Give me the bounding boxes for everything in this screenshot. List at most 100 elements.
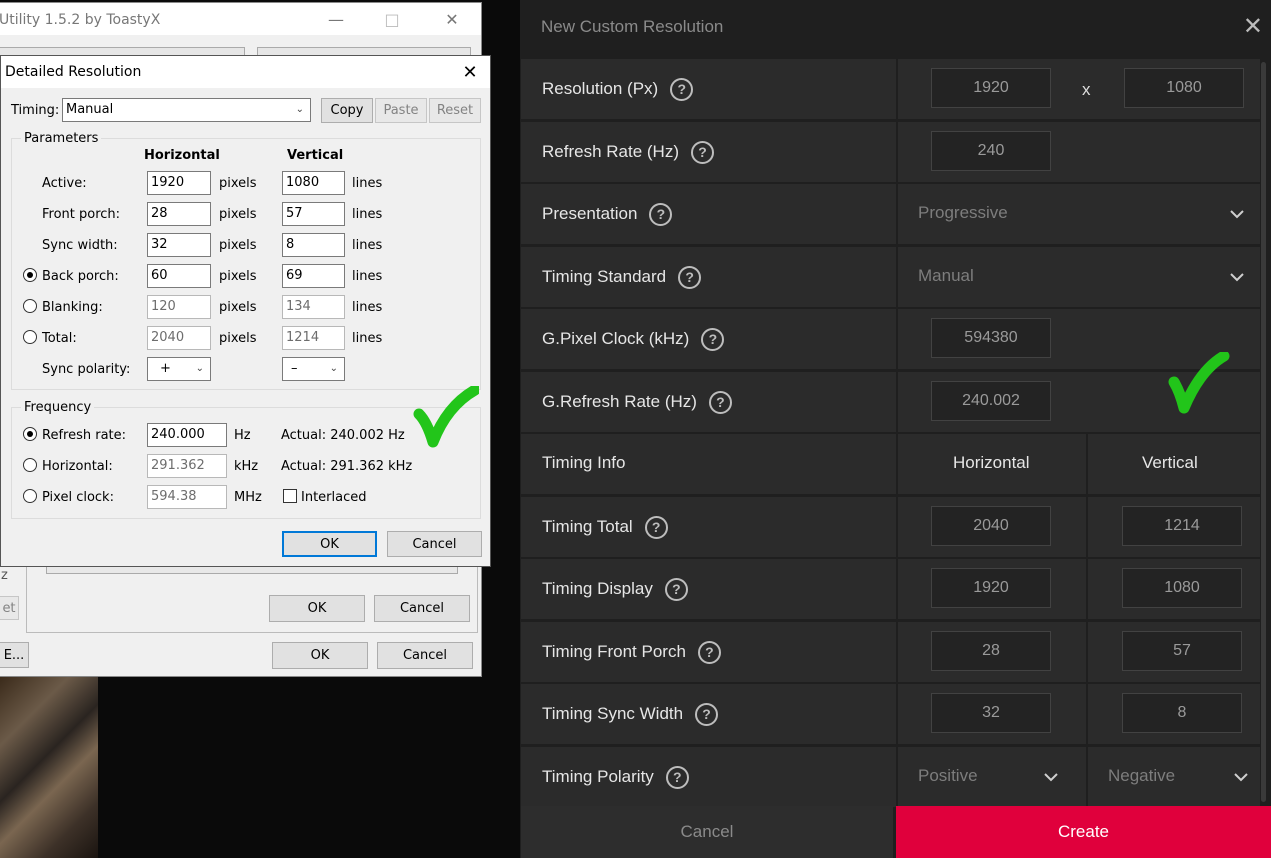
inner-ok-button[interactable]: OK bbox=[269, 595, 365, 622]
sync-v-value: – bbox=[291, 361, 298, 376]
total-h-input[interactable]: 2040 bbox=[147, 326, 211, 350]
resolution-height-input[interactable]: 1080 bbox=[1124, 68, 1244, 108]
timing-display-v-input[interactable]: 1080 bbox=[1122, 568, 1242, 608]
panel-cancel-button[interactable]: Cancel bbox=[521, 806, 893, 858]
row-presentation: Presentation? Progressive bbox=[520, 184, 1271, 244]
dialog-ok-button[interactable]: OK bbox=[282, 531, 377, 557]
pixel-clock-radio[interactable] bbox=[23, 489, 37, 503]
help-icon[interactable]: ? bbox=[670, 78, 694, 101]
dialog-cancel-button[interactable]: Cancel bbox=[387, 531, 482, 557]
create-button[interactable]: Create bbox=[896, 806, 1271, 858]
unit-label: lines bbox=[352, 238, 383, 253]
close-icon[interactable]: ✕ bbox=[429, 3, 475, 35]
help-icon[interactable]: ? bbox=[690, 141, 714, 164]
back-ok-label: OK bbox=[310, 648, 330, 663]
row-label-cell: Resolution (Px)? bbox=[521, 59, 896, 119]
help-icon[interactable]: ? bbox=[664, 578, 688, 601]
help-icon[interactable]: ? bbox=[644, 516, 668, 539]
refresh-rate-input[interactable]: 240.000 bbox=[147, 423, 227, 447]
chevron-down-icon bbox=[1044, 773, 1058, 782]
pixel-clock-input[interactable]: 594380 bbox=[931, 318, 1051, 358]
sync-width-h-input[interactable]: 32 bbox=[147, 233, 211, 257]
timing-total-v-input[interactable]: 1214 bbox=[1122, 506, 1242, 546]
vertical-header: Vertical bbox=[287, 148, 344, 163]
interlaced-label: Interlaced bbox=[301, 490, 367, 505]
row-label-cell: Timing Display? bbox=[521, 559, 896, 619]
front-porch-h-input[interactable]: 28 bbox=[147, 202, 211, 226]
interlaced-checkbox[interactable] bbox=[283, 489, 297, 503]
blanking-h-input[interactable]: 120 bbox=[147, 295, 211, 319]
row-label-cell: G.Pixel Clock (kHz)? bbox=[521, 309, 896, 369]
horizontal-header: Horizontal bbox=[144, 148, 220, 163]
sync-width-v-input[interactable]: 8 bbox=[1122, 693, 1242, 733]
sync-width-v-input[interactable]: 8 bbox=[282, 233, 345, 257]
copy-button[interactable]: Copy bbox=[321, 98, 373, 123]
front-porch-v-input[interactable]: 57 bbox=[1122, 631, 1242, 671]
timing-select[interactable]: Manual ⌄ bbox=[62, 98, 311, 122]
back-porch-h-input[interactable]: 60 bbox=[147, 264, 211, 288]
refresh-rate-input[interactable]: 240 bbox=[931, 131, 1051, 171]
unit-label: pixels bbox=[219, 176, 257, 191]
help-icon[interactable]: ? bbox=[649, 203, 673, 226]
pixel-clock-input[interactable]: 594.38 bbox=[147, 485, 227, 509]
reset-button[interactable]: Reset bbox=[429, 98, 481, 123]
row-timing-sync-width: Timing Sync Width? 32 8 bbox=[520, 684, 1271, 744]
front-porch-v-input[interactable]: 57 bbox=[282, 202, 345, 226]
param-label: Total: bbox=[42, 331, 77, 346]
row-g-refresh-rate: G.Refresh Rate (Hz)? 240.002 bbox=[520, 352, 1271, 432]
new-custom-resolution-panel: New Custom Resolution ✕ Resolution (Px)?… bbox=[520, 0, 1271, 858]
polarity-h-select[interactable]: Positive bbox=[898, 747, 1086, 807]
row-label: Refresh Rate (Hz)? bbox=[542, 141, 714, 164]
back-window-fragment-label: et bbox=[2, 600, 16, 616]
help-icon[interactable]: ? bbox=[695, 703, 719, 726]
horizontal-input[interactable]: 291.362 bbox=[147, 454, 227, 478]
active-h-input[interactable]: 1920 bbox=[147, 171, 211, 195]
active-v-input[interactable]: 1080 bbox=[282, 171, 345, 195]
maximize-icon[interactable]: □ bbox=[369, 3, 415, 35]
chevron-down-icon: ⌄ bbox=[295, 104, 304, 115]
total-radio[interactable] bbox=[23, 330, 37, 344]
timing-display-h-input[interactable]: 1920 bbox=[931, 568, 1051, 608]
x-separator: x bbox=[1082, 80, 1091, 99]
timing-total-h-input[interactable]: 2040 bbox=[931, 506, 1051, 546]
sync-polarity-h-select[interactable]: + ⌄ bbox=[147, 357, 211, 381]
sync-polarity-v-select[interactable]: – ⌄ bbox=[282, 357, 345, 381]
back-window-edit-button[interactable]: E... bbox=[0, 642, 29, 668]
refresh-rate-radio[interactable] bbox=[23, 427, 37, 441]
timing-standard-select[interactable]: Manual bbox=[898, 247, 1260, 307]
inner-cancel-button[interactable]: Cancel bbox=[374, 595, 470, 622]
horizontal-header-cell: Horizontal bbox=[898, 434, 1086, 494]
dialog-close-icon[interactable]: ✕ bbox=[447, 56, 493, 88]
back-porch-v-input[interactable]: 69 bbox=[282, 264, 345, 288]
total-v-input[interactable]: 1214 bbox=[282, 326, 345, 350]
sync-width-h-input[interactable]: 32 bbox=[931, 693, 1051, 733]
polarity-v-select[interactable]: Negative bbox=[1088, 747, 1260, 807]
scrollbar[interactable] bbox=[1261, 62, 1266, 802]
help-icon[interactable]: ? bbox=[678, 266, 702, 289]
blanking-radio[interactable] bbox=[23, 299, 37, 313]
row-label-text: Refresh Rate (Hz) bbox=[542, 141, 679, 161]
g-refresh-rate-input[interactable]: 240.002 bbox=[931, 381, 1051, 421]
green-check-icon bbox=[1168, 352, 1230, 414]
vertical-header: Vertical bbox=[1142, 453, 1198, 472]
horizontal-radio[interactable] bbox=[23, 458, 37, 472]
presentation-select[interactable]: Progressive bbox=[898, 184, 1260, 244]
paste-button[interactable]: Paste bbox=[375, 98, 427, 123]
help-icon[interactable]: ? bbox=[665, 766, 689, 789]
minimize-icon[interactable]: — bbox=[313, 3, 359, 35]
front-porch-h-input[interactable]: 28 bbox=[931, 631, 1051, 671]
resolution-width-input[interactable]: 1920 bbox=[931, 68, 1051, 108]
back-cancel-button[interactable]: Cancel bbox=[377, 642, 473, 669]
row-timing-polarity: Timing Polarity? Positive Negative bbox=[520, 747, 1271, 807]
back-porch-radio[interactable] bbox=[23, 268, 37, 282]
help-icon[interactable]: ? bbox=[708, 391, 732, 414]
panel-close-icon[interactable]: ✕ bbox=[1243, 12, 1263, 41]
help-icon[interactable]: ? bbox=[697, 641, 721, 664]
back-ok-button[interactable]: OK bbox=[272, 642, 368, 669]
horizontal-header: Horizontal bbox=[953, 453, 1030, 472]
row-timing-info: Timing Info Horizontal Vertical bbox=[520, 434, 1271, 494]
panel-header: New Custom Resolution ✕ bbox=[520, 0, 1271, 56]
row-label-text: Timing Polarity bbox=[542, 766, 654, 786]
blanking-v-input[interactable]: 134 bbox=[282, 295, 345, 319]
help-icon[interactable]: ? bbox=[701, 328, 725, 351]
